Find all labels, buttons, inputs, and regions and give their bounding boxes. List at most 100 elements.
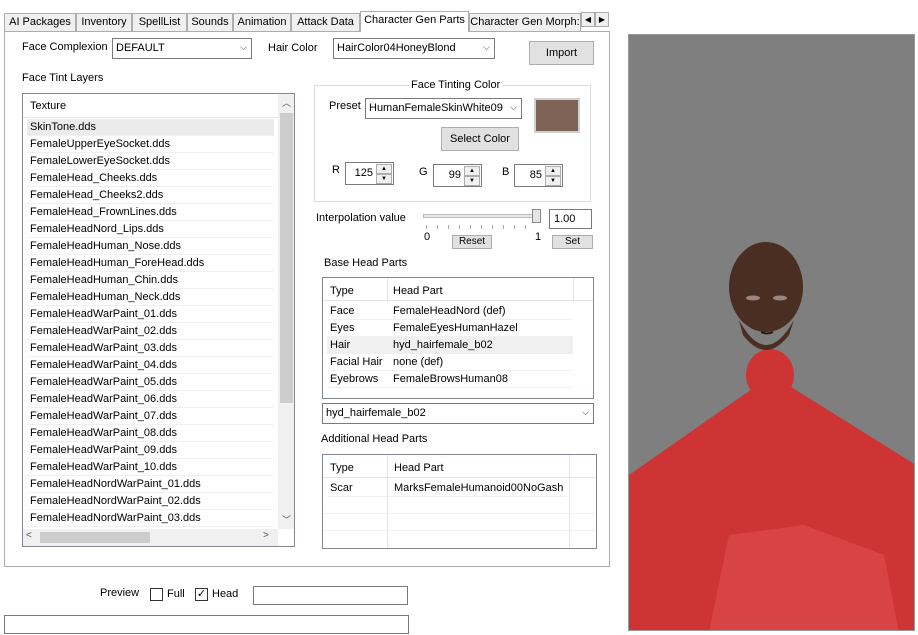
head-part-row[interactable]: Face FemaleHeadNord (def) bbox=[327, 303, 573, 320]
set-button[interactable]: Set bbox=[552, 235, 593, 249]
left-eye bbox=[746, 295, 760, 301]
spin-down-icon[interactable]: ▼ bbox=[376, 174, 392, 184]
head-part-row[interactable]: Scar MarksFemaleHumanoid00NoGash bbox=[327, 480, 567, 497]
texture-row[interactable]: FemaleHeadHuman_Nose.dds bbox=[27, 238, 274, 255]
spin-up-icon[interactable]: ▲ bbox=[464, 166, 480, 176]
head-part-name: hyd_hairfemale_b02 bbox=[393, 339, 493, 351]
column-divider bbox=[569, 455, 570, 548]
r-spinner[interactable]: 125 ▲ ▼ bbox=[345, 162, 394, 185]
face-tint-layers-list[interactable]: Texture SkinTone.dds FemaleUpperEyeSocket… bbox=[22, 93, 295, 547]
texture-row[interactable]: FemaleHeadHuman_Neck.dds bbox=[27, 289, 274, 306]
full-label: Full bbox=[167, 588, 185, 600]
tab-scroll-left-icon[interactable]: ◀ bbox=[581, 12, 595, 27]
interpolation-slider-track[interactable] bbox=[423, 214, 539, 218]
select-color-button[interactable]: Select Color bbox=[441, 127, 519, 151]
tab-character-gen-morph[interactable]: Character Gen Morph: bbox=[469, 13, 581, 31]
status-text-field[interactable] bbox=[4, 615, 409, 634]
color-swatch[interactable] bbox=[534, 98, 580, 133]
head-part-row[interactable]: Facial Hair none (def) bbox=[327, 354, 573, 371]
texture-row[interactable]: FemaleHeadWarPaint_04.dds bbox=[27, 357, 274, 374]
additional-head-parts-grid[interactable]: Type Head Part Scar MarksFemaleHumanoid00… bbox=[322, 454, 597, 549]
additional-head-parts-label: Additional Head Parts bbox=[321, 433, 428, 445]
interpolation-slider-thumb[interactable] bbox=[532, 209, 541, 223]
texture-row[interactable]: FemaleHeadHuman_Chin.dds bbox=[27, 272, 274, 289]
texture-row[interactable]: FemaleHead_Cheeks.dds bbox=[27, 170, 274, 187]
head-part-row[interactable]: Eyes FemaleEyesHumanHazel bbox=[327, 320, 573, 337]
preview-text-field[interactable] bbox=[253, 586, 408, 605]
texture-row[interactable]: FemaleLowerEyeSocket.dds bbox=[27, 153, 274, 170]
head-checkbox[interactable]: ✓ bbox=[195, 588, 208, 601]
head-label: Head bbox=[212, 588, 239, 600]
preset-combo[interactable]: HumanFemaleSkinWhite09 ⌵ bbox=[365, 98, 522, 119]
import-button[interactable]: Import bbox=[529, 41, 594, 65]
swatch-fill bbox=[536, 100, 578, 131]
tab-sounds[interactable]: Sounds bbox=[187, 13, 233, 31]
scrollbar-thumb[interactable] bbox=[280, 113, 293, 403]
head-part-column-header: Head Part bbox=[393, 285, 443, 297]
texture-row[interactable]: FemaleHeadWarPaint_10.dds bbox=[27, 459, 274, 476]
texture-row[interactable]: FemaleHeadWarPaint_09.dds bbox=[27, 442, 274, 459]
texture-row[interactable]: SkinTone.dds bbox=[27, 119, 274, 136]
tab-strip: AI Packages Inventory SpellList Sounds A… bbox=[4, 11, 610, 32]
chevron-down-icon[interactable]: ﹀ bbox=[278, 513, 294, 527]
texture-row[interactable]: FemaleHeadNordWarPaint_03.dds bbox=[27, 510, 274, 527]
base-head-parts-grid[interactable]: Type Head Part Face FemaleHeadNord (def) E… bbox=[322, 277, 594, 399]
spin-down-icon[interactable]: ▼ bbox=[464, 176, 480, 186]
hair-color-combo[interactable]: HairColor04HoneyBlond ⌵ bbox=[333, 38, 495, 59]
spin-up-icon[interactable]: ▲ bbox=[376, 164, 392, 174]
face-tint-layers-label: Face Tint Layers bbox=[22, 72, 104, 84]
head-part-column-header: Head Part bbox=[394, 462, 444, 474]
texture-row[interactable]: FemaleHead_FrownLines.dds bbox=[27, 204, 274, 221]
interpolation-value-field[interactable]: 1.00 bbox=[549, 209, 592, 229]
chevron-up-icon[interactable]: ︿ bbox=[278, 96, 294, 110]
preset-value: HumanFemaleSkinWhite09 bbox=[369, 102, 503, 114]
tab-character-gen-parts[interactable]: Character Gen Parts bbox=[360, 11, 469, 32]
base-head-part-combo[interactable]: hyd_hairfemale_b02 ⌵ bbox=[322, 403, 594, 424]
tab-attack-data[interactable]: Attack Data bbox=[291, 13, 360, 31]
head-part-row[interactable]: Eyebrows FemaleBrowsHuman08 bbox=[327, 371, 573, 388]
texture-row[interactable]: FemaleHeadWarPaint_06.dds bbox=[27, 391, 274, 408]
texture-row[interactable]: FemaleUpperEyeSocket.dds bbox=[27, 136, 274, 153]
head-part-row[interactable]: Hair hyd_hairfemale_b02 bbox=[327, 337, 573, 354]
g-value: 99 bbox=[448, 169, 461, 181]
scrollbar-thumb[interactable] bbox=[40, 532, 150, 543]
spin-up-icon[interactable]: ▲ bbox=[545, 166, 561, 176]
vertical-scrollbar[interactable]: ︿ ﹀ bbox=[278, 94, 294, 529]
texture-row[interactable]: FemaleHeadWarPaint_05.dds bbox=[27, 374, 274, 391]
texture-row[interactable]: FemaleHeadNordWarPaint_02.dds bbox=[27, 493, 274, 510]
r-label: R bbox=[332, 164, 340, 176]
g-label: G bbox=[419, 166, 428, 178]
texture-row[interactable]: FemaleHeadWarPaint_03.dds bbox=[27, 340, 274, 357]
texture-row[interactable]: FemaleHead_Cheeks2.dds bbox=[27, 187, 274, 204]
texture-row[interactable]: FemaleHeadNordWarPaint_01.dds bbox=[27, 476, 274, 493]
texture-row[interactable]: FemaleHeadWarPaint_08.dds bbox=[27, 425, 274, 442]
tab-spelllist[interactable]: SpellList bbox=[132, 13, 187, 31]
chevron-down-icon: ⌵ bbox=[483, 42, 490, 52]
chevron-right-icon[interactable]: > bbox=[263, 530, 269, 541]
hair-color-value: HairColor04HoneyBlond bbox=[337, 42, 456, 54]
tab-inventory[interactable]: Inventory bbox=[76, 13, 132, 31]
base-head-part-value: hyd_hairfemale_b02 bbox=[326, 407, 426, 419]
reset-button[interactable]: Reset bbox=[452, 235, 492, 249]
spin-down-icon[interactable]: ▼ bbox=[545, 176, 561, 186]
type-column-header: Type bbox=[330, 285, 354, 297]
base-head-parts-label: Base Head Parts bbox=[324, 257, 408, 269]
preview-viewport[interactable] bbox=[628, 34, 915, 631]
grid-header: Type Head Part bbox=[323, 455, 596, 548]
texture-row[interactable]: FemaleHeadNord_Lips.dds bbox=[27, 221, 274, 238]
interpolation-label: Interpolation value bbox=[316, 212, 406, 224]
header-divider bbox=[23, 117, 278, 118]
tab-scroll-right-icon[interactable]: ▶ bbox=[595, 12, 609, 27]
tab-ai-packages[interactable]: AI Packages bbox=[4, 13, 76, 31]
face-complexion-combo[interactable]: DEFAULT ⌵ bbox=[112, 38, 252, 59]
texture-row[interactable]: FemaleHeadWarPaint_07.dds bbox=[27, 408, 274, 425]
texture-row[interactable]: FemaleHeadWarPaint_01.dds bbox=[27, 306, 274, 323]
b-spinner[interactable]: 85 ▲ ▼ bbox=[514, 164, 563, 187]
g-spinner[interactable]: 99 ▲ ▼ bbox=[433, 164, 482, 187]
full-checkbox[interactable] bbox=[150, 588, 163, 601]
tab-animation[interactable]: Animation bbox=[233, 13, 291, 31]
chevron-left-icon[interactable]: < bbox=[26, 530, 32, 541]
horizontal-scrollbar[interactable]: < > bbox=[23, 529, 278, 546]
texture-row[interactable]: FemaleHeadHuman_ForeHead.dds bbox=[27, 255, 274, 272]
texture-row[interactable]: FemaleHeadWarPaint_02.dds bbox=[27, 323, 274, 340]
